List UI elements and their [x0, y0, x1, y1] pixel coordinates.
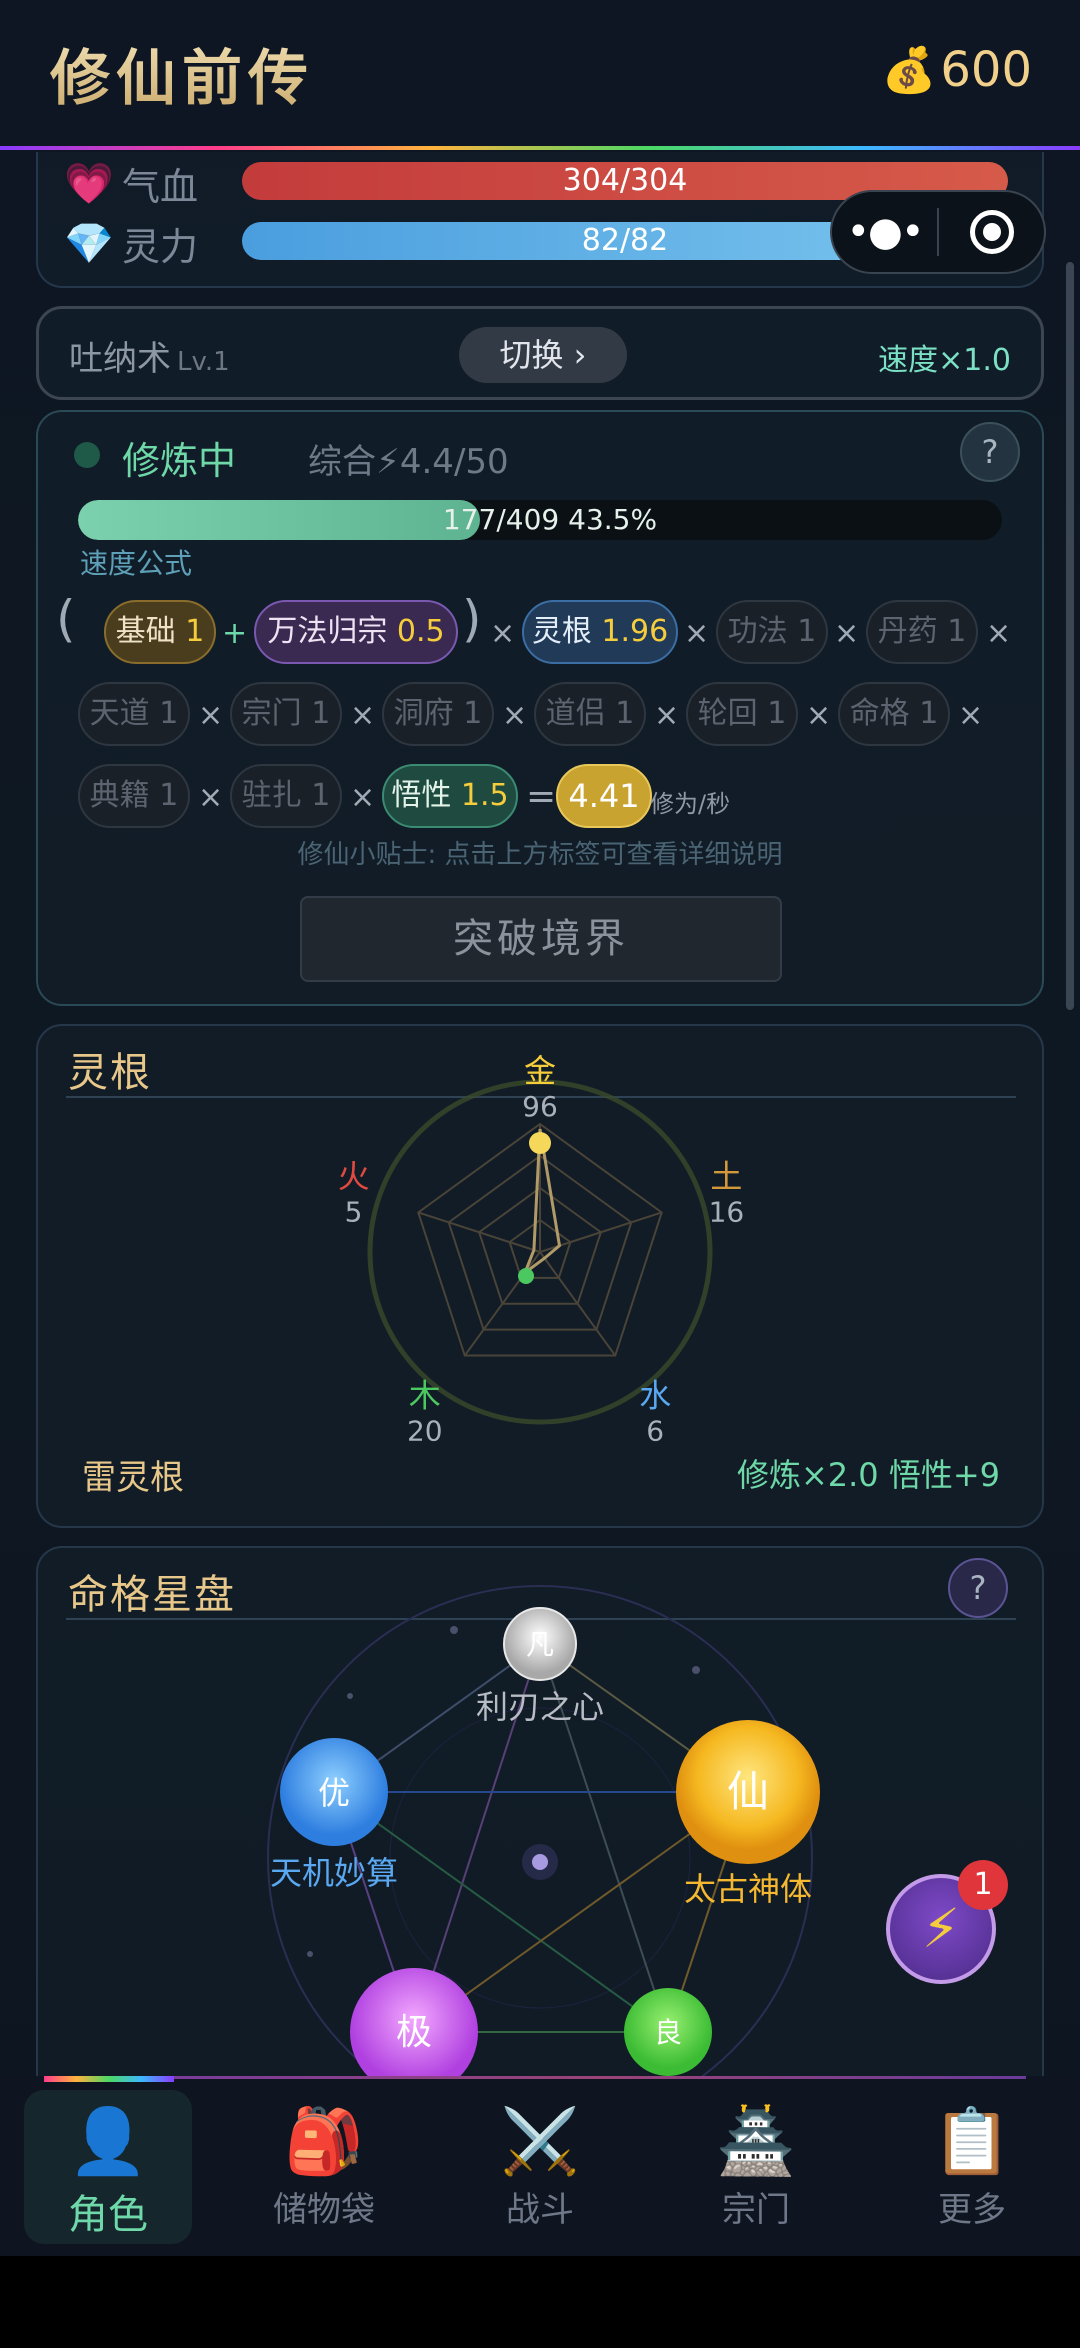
crossed-swords-icon: ⚔️ [500, 2105, 580, 2179]
formula-label: 速度公式 [80, 547, 193, 580]
heart-icon: 💗 [64, 161, 114, 207]
mp-row: 💎 灵力 [64, 216, 198, 271]
scrollbar[interactable] [1066, 262, 1074, 1010]
spirit-root-type: 雷灵根 [82, 1458, 184, 1498]
star-label-xian: 太古神体 [684, 1870, 812, 1908]
temple-icon: 🏯 [716, 2105, 796, 2179]
character-icon: 👤 [68, 2105, 148, 2179]
chip-dongfu[interactable]: 洞府 1 [382, 682, 494, 746]
spirit-root-bonus: 修炼×2.0 悟性+9 [736, 1456, 1000, 1494]
chip-gongfa[interactable]: 功法 1 [716, 600, 828, 664]
star-label-fan: 利刃之心 [476, 1688, 604, 1726]
star-chart-card: 命格星盘 ? 凡 优 仙 极 良 利刃之心 天机妙算 太古神体 [36, 1546, 1044, 2108]
chip-lunhui[interactable]: 轮回 1 [686, 682, 798, 746]
money-bag-icon: 💰 [881, 45, 937, 96]
star-glyph-ji: 极 [396, 2012, 432, 2053]
radar-element-value: 5 [345, 1195, 363, 1228]
radar-element-name: 金 [524, 1052, 556, 1090]
top-header: 修仙前传 💰 600 [0, 0, 1080, 148]
chip-tiandao[interactable]: 天道 1 [78, 682, 190, 746]
tab-label: 储物袋 [273, 2190, 375, 2230]
technique-level: Lv.1 [177, 347, 230, 377]
tab-label: 角色 [68, 2192, 148, 2238]
star-glyph-you: 优 [318, 1774, 350, 1812]
coin-count: 600 [940, 42, 1032, 98]
chip-daolv[interactable]: 道侣 1 [534, 682, 646, 746]
header-divider [0, 146, 1080, 150]
chip-zongmen[interactable]: 宗门 1 [230, 682, 342, 746]
progress-text: 177/409 43.5% [442, 503, 658, 536]
switch-technique-button[interactable]: 切换 › [459, 327, 627, 383]
coin-balance: 💰 600 [882, 42, 1032, 98]
tab-more[interactable]: 📋 更多 [888, 2090, 1056, 2244]
tab-sect[interactable]: 🏯 宗门 [672, 2090, 840, 2244]
cultivation-help-button[interactable]: ? [960, 422, 1020, 482]
radar-element-name: 土 [710, 1157, 742, 1195]
status-dot [74, 442, 100, 468]
backpack-icon: 🎒 [284, 2105, 364, 2179]
radar-element-name: 火 [338, 1157, 370, 1195]
tab-label: 宗门 [722, 2190, 790, 2230]
breakthrough-button[interactable]: 突破境界 [300, 896, 782, 982]
cultivation-tip: 修仙小贴士: 点击上方标签可查看详细说明 [297, 840, 783, 870]
tab-label: 战斗 [506, 2190, 574, 2230]
hp-label: 气血 [122, 165, 199, 209]
hp-row: 💗 气血 [64, 156, 198, 211]
mp-label: 灵力 [122, 225, 199, 269]
star-glyph-xian: 仙 [727, 1767, 769, 1816]
tab-label: 更多 [938, 2190, 1006, 2230]
technique-speed: 速度×1.0 [878, 343, 1011, 378]
close-miniprogram-button[interactable] [939, 210, 1044, 254]
chip-mingge[interactable]: 命格 1 [838, 682, 950, 746]
bottom-safe-area [0, 2256, 1080, 2348]
star-chart-graph: 凡 优 仙 极 良 利刃之心 天机妙算 太古神体 [267, 1585, 820, 2108]
notification-badge: 1 [958, 1860, 1008, 1910]
cultivation-card: 修炼中 综合⚡4.4/50 ? 177/409 43.5% 速度公式 ( 基础 … [36, 410, 1044, 1006]
cultivation-progress-bar: 177/409 43.5% [78, 500, 1002, 540]
tab-highlight-strip [44, 2076, 174, 2082]
chip-base[interactable]: 基础 1 [104, 600, 216, 664]
diamond-icon: 💎 [64, 221, 114, 267]
miniprogram-capsule: •●• [830, 190, 1046, 274]
app-root: 修仙前传 💰 600 💗 气血 304/304 💎 灵力 82/82 •●• 吐… [0, 0, 1080, 2348]
center-marker [518, 1268, 534, 1284]
radar-element-name: 水 [639, 1377, 671, 1415]
speed-result: 4.41 [556, 764, 652, 828]
speed-unit: 修为/秒 [650, 790, 731, 818]
app-title: 修仙前传 [50, 30, 314, 117]
chip-danyao[interactable]: 丹药 1 [866, 600, 978, 664]
tab-storage[interactable]: 🎒 储物袋 [240, 2090, 408, 2244]
tab-battle[interactable]: ⚔️ 战斗 [456, 2090, 624, 2244]
tab-character[interactable]: 👤 角色 [24, 2090, 192, 2244]
chip-linggen[interactable]: 灵根 1.96 [522, 600, 678, 664]
radar-element-value: 20 [407, 1415, 443, 1448]
spirit-root-card: 灵根 金 96 土 16 水 6 木 20 火 5 雷灵根 修炼×2.0 悟性+9 [36, 1024, 1044, 1528]
chip-dianji[interactable]: 典籍 1 [78, 764, 190, 828]
chip-zhuzha[interactable]: 驻扎 1 [230, 764, 342, 828]
technique-name: 吐纳术 Lv.1 [69, 339, 230, 379]
clipboard-icon: 📋 [932, 2105, 1012, 2179]
cultivation-status: 修炼中 [122, 439, 237, 483]
star-glyph-liang: 良 [654, 2016, 682, 2049]
radar-element-value: 16 [709, 1195, 745, 1228]
radar-element-value: 96 [522, 1090, 558, 1123]
more-options-button[interactable]: •●• [832, 209, 937, 255]
center-star [532, 1854, 548, 1870]
overall-stat: 综合⚡4.4/50 [308, 442, 509, 482]
radar-element-name: 木 [409, 1377, 441, 1415]
chip-wanfa[interactable]: 万法归宗 0.5 [254, 600, 458, 664]
metal-marker [529, 1132, 551, 1154]
star-glyph-fan: 凡 [526, 1628, 554, 1661]
target-icon [969, 210, 1014, 254]
radar-element-value: 6 [646, 1415, 664, 1448]
technique-card: 吐纳术 Lv.1 切换 › 速度×1.0 [36, 306, 1044, 400]
star-label-you: 天机妙算 [270, 1854, 398, 1892]
chip-wuxing[interactable]: 悟性 1.5 [382, 764, 518, 828]
